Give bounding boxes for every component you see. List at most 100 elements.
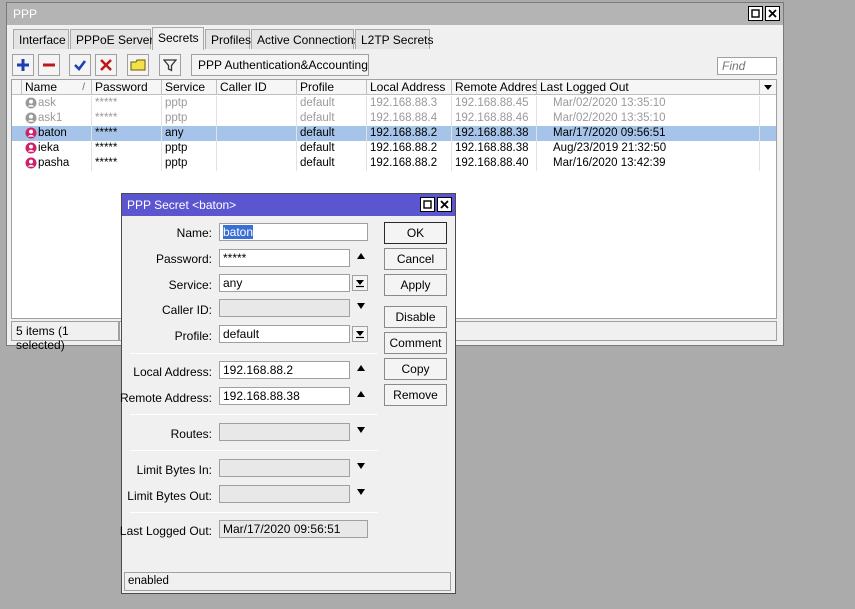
apply-button[interactable]: Apply xyxy=(384,274,447,296)
enable-button[interactable] xyxy=(69,54,91,76)
row-name: ask1 xyxy=(38,112,63,124)
separator xyxy=(130,450,378,451)
add-button[interactable] xyxy=(12,54,34,76)
routes-field[interactable] xyxy=(219,423,350,441)
cell-caller-id xyxy=(217,156,297,171)
separator xyxy=(130,414,378,415)
service-select[interactable]: any xyxy=(219,274,350,292)
cell-remote: 192.168.88.38 xyxy=(452,141,537,156)
limit-bytes-in-expand-icon[interactable] xyxy=(354,461,368,475)
check-icon xyxy=(74,60,87,71)
dialog-title: PPP Secret <baton> xyxy=(127,198,237,212)
dialog-close-icon[interactable] xyxy=(437,197,452,212)
remove-button[interactable] xyxy=(38,54,60,76)
restore-icon[interactable] xyxy=(748,6,763,21)
caller-id-field[interactable] xyxy=(219,299,350,317)
tab-active-connections[interactable]: Active Connections xyxy=(251,29,360,49)
find-input[interactable] xyxy=(717,57,777,75)
table-row[interactable]: ask ***** pptp default 192.168.88.3 192.168.8… xyxy=(12,96,776,111)
separator xyxy=(130,353,378,354)
local-address-field[interactable]: 192.168.88.2 xyxy=(219,361,350,379)
remove-button[interactable]: Remove xyxy=(384,384,447,406)
caller-id-expand-icon[interactable] xyxy=(354,301,368,315)
cell-password: ***** xyxy=(92,111,162,126)
table-row[interactable]: ask1 ***** pptp default 192.168.88.4 192.168.… xyxy=(12,111,776,126)
cell-last: Mar/16/2020 13:42:39 xyxy=(537,156,760,171)
routes-label: Routes: xyxy=(170,427,212,441)
limit-bytes-out-field[interactable] xyxy=(219,485,350,503)
cell-remote: 192.168.88.46 xyxy=(452,111,537,126)
table-row[interactable]: baton ***** any default 192.168.88.2 192.168.… xyxy=(12,126,776,141)
limit-bytes-in-field[interactable] xyxy=(219,459,350,477)
cell-profile: default xyxy=(297,141,367,156)
row-name: ieka xyxy=(38,142,60,154)
profile-dropdown-button[interactable] xyxy=(352,326,368,342)
last-logged-out-value: Mar/17/2020 09:56:51 xyxy=(219,520,368,538)
tab-pppoe-servers[interactable]: PPPoE Servers xyxy=(70,29,159,49)
toolbar: PPP Authentication&Accounting xyxy=(7,53,783,79)
column-header-profile[interactable]: Profile xyxy=(297,80,367,95)
x-icon xyxy=(100,59,112,71)
tab-l2tp-secrets[interactable]: L2TP Secrets xyxy=(355,29,433,49)
sort-indicator: / xyxy=(82,82,85,93)
table-row[interactable]: ieka ***** pptp default 192.168.88.2 192.168.… xyxy=(12,141,776,156)
comment-button[interactable] xyxy=(127,54,149,76)
service-label: Service: xyxy=(168,278,212,292)
chevron-down-icon xyxy=(356,280,364,288)
column-header-caller-id[interactable]: Caller ID xyxy=(217,80,297,95)
ppp-auth-accounting-button[interactable]: PPP Authentication&Accounting xyxy=(191,54,369,76)
limit-bytes-out-expand-icon[interactable] xyxy=(354,487,368,501)
filter-button[interactable] xyxy=(159,54,181,76)
cell-name: ieka xyxy=(22,141,92,156)
disable-button[interactable]: Disable xyxy=(384,306,447,328)
local-address-toggle-icon[interactable] xyxy=(354,363,368,377)
cell-caller-id xyxy=(217,141,297,156)
routes-expand-icon[interactable] xyxy=(354,425,368,439)
column-header-password[interactable]: Password xyxy=(92,80,162,95)
dialog-restore-icon[interactable] xyxy=(420,197,435,212)
profile-select[interactable]: default xyxy=(219,325,350,343)
filter-icon xyxy=(163,59,177,72)
column-menu-button[interactable] xyxy=(760,80,776,95)
cell-caller-id xyxy=(217,126,297,141)
remote-address-field[interactable]: 192.168.88.38 xyxy=(219,387,350,405)
column-header-last-logged-out[interactable]: Last Logged Out xyxy=(537,80,760,95)
remote-address-toggle-icon[interactable] xyxy=(354,389,368,403)
window-titlebar[interactable]: PPP xyxy=(7,3,783,25)
local-address-label: Local Address: xyxy=(133,365,212,379)
column-header-local-address[interactable]: Local Address xyxy=(367,80,452,95)
user-icon xyxy=(25,97,37,109)
cell-remote: 192.168.88.38 xyxy=(452,126,537,141)
cell-name: baton xyxy=(22,126,92,141)
column-header-name[interactable]: Name / xyxy=(22,80,92,95)
minus-icon xyxy=(43,63,55,67)
dialog-titlebar[interactable]: PPP Secret <baton> xyxy=(122,194,455,216)
tab-interface[interactable]: Interface xyxy=(13,29,69,49)
disable-button[interactable] xyxy=(95,54,117,76)
password-toggle-icon[interactable] xyxy=(354,251,368,265)
copy-button[interactable]: Copy xyxy=(384,358,447,380)
name-field[interactable]: baton xyxy=(219,223,368,241)
cell-name: ask xyxy=(22,96,92,111)
comment-button[interactable]: Comment xyxy=(384,332,447,354)
cell-profile: default xyxy=(297,126,367,141)
table-row[interactable]: pasha ***** pptp default 192.168.88.2 192.168… xyxy=(12,156,776,171)
cell-password: ***** xyxy=(92,156,162,171)
cell-last: Mar/17/2020 09:56:51 xyxy=(537,126,760,141)
column-header-spacer xyxy=(12,80,22,95)
cancel-button[interactable]: Cancel xyxy=(384,248,447,270)
close-icon[interactable] xyxy=(765,6,780,21)
column-header-service[interactable]: Service xyxy=(162,80,217,95)
column-header-remote-address[interactable]: Remote Address xyxy=(452,80,537,95)
service-dropdown-button[interactable] xyxy=(352,275,368,291)
tab-profiles[interactable]: Profiles xyxy=(205,29,251,49)
cell-last: Mar/02/2020 13:35:10 xyxy=(537,96,760,111)
cell-service: any xyxy=(162,126,217,141)
user-icon xyxy=(25,142,37,154)
cell-last: Mar/02/2020 13:35:10 xyxy=(537,111,760,126)
ok-button[interactable]: OK xyxy=(384,222,447,244)
cell-service: pptp xyxy=(162,96,217,111)
password-field[interactable]: ***** xyxy=(219,249,350,267)
cell-password: ***** xyxy=(92,141,162,156)
tab-secrets[interactable]: Secrets xyxy=(152,27,204,50)
